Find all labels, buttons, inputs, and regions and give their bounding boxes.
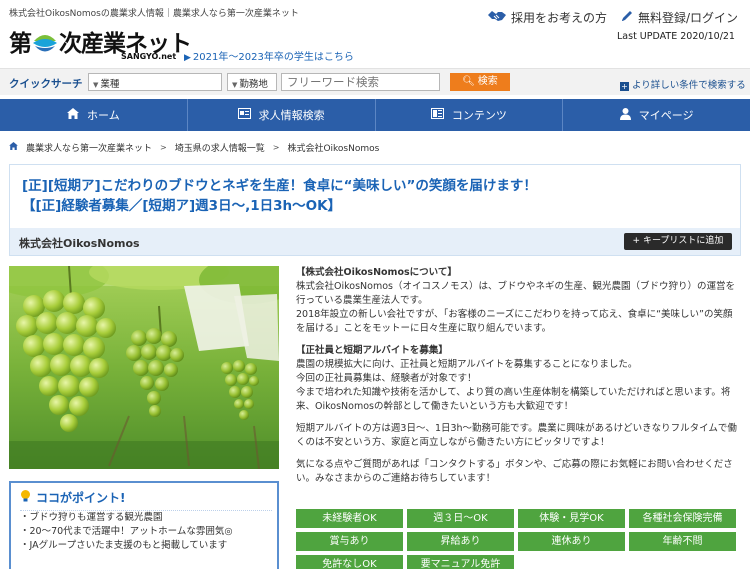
nav-home[interactable]: ホーム [0,99,188,131]
quick-search-label: クイックサーチ [9,78,83,90]
breadcrumb-separator-icon: > [160,143,167,152]
employer-link[interactable]: 採用をお考えの方 [487,9,607,26]
search-icon: 🔍︎ [462,76,475,87]
handshake-icon [487,9,507,26]
recruit-heading: 【正社員と短期アルバイトを募集】 [296,345,448,356]
job-search-icon [237,108,251,122]
job-title: [正][短期ア]こだわりのブドウとネギを生産！食卓に“美味しい”の笑顔を届けます… [22,178,537,214]
contents-icon [430,108,444,122]
recruit-paragraph: 今回の正社員募集は、経験者が対象です！ [296,373,477,384]
list-item: ・ブドウ狩りも運営する観光農園 [20,512,163,523]
breadcrumb-item-company: 株式会社OikosNomos [287,144,380,154]
feature-tag[interactable]: 要マニュアル免許 [407,555,514,569]
graduate-link[interactable]: ▶ 2021年〜2023年卒の学生はこちら [184,48,354,63]
nav-contents[interactable]: コンテンツ [376,99,564,131]
quick-search-bar: クイックサーチ ▼業種 ▼勤務地 🔍︎ 検索 +より詳しい条件で検索する [0,68,750,95]
highlight-points-list: ・ブドウ狩りも運営する観光農園 ・20〜70代まで活躍中！アットホームな雰囲気◎… [20,510,272,553]
home-icon [67,108,80,122]
triangle-right-icon: ▶ [184,53,191,63]
breadcrumb-item-saitama[interactable]: 埼玉県の求人情報一覧 [175,141,265,154]
feature-tag[interactable]: 免許なしOK [296,555,403,569]
plus-icon: + [632,236,641,246]
list-item: ・JAグループさいたま支援のもと掲載しています [20,540,228,551]
feature-tag[interactable]: 賞与あり [296,532,403,551]
about-paragraph: 株式会社OikosNomos（オイコスノモス）は、ブドウやネギの生産、観光農園（… [296,281,735,306]
parttime-paragraph: 短期アルバイトの方は週3日〜、1日3h〜勤務可能です。農業に興味があるけどいきな… [296,423,737,448]
site-header: 株式会社OikosNomosの農業求人情報｜農業求人なら第一次産業ネット 第 次… [0,0,750,68]
pencil-icon [620,9,634,26]
last-update: Last UPDATE 2020/10/21 [617,31,735,42]
feature-tag[interactable]: 未経験者OK [296,509,403,528]
home-icon [9,142,18,153]
keyword-search-input[interactable] [281,73,440,91]
add-to-keep-list-button[interactable]: + キープリストに追加 [624,233,732,250]
breadcrumb: 農業求人なら第一次産業ネット > 埼玉県の求人情報一覧 > 株式会社OikosN… [9,141,379,154]
chevron-down-icon: ▼ [93,81,99,89]
breadcrumb-separator-icon: > [272,143,280,152]
highlight-points-box: ココがポイント! ・ブドウ狩りも運営する観光農園 ・20〜70代まで活躍中！アッ… [9,481,279,569]
nav-mypage[interactable]: マイページ [563,99,750,131]
user-icon [619,107,631,123]
industry-select[interactable]: ▼ 業種 [88,73,222,91]
job-description: 【株式会社OikosNomosについて】 株式会社OikosNomos（オイコス… [296,266,740,486]
job-title-box: [正][短期ア]こだわりのブドウとネギを生産！食卓に“美味しい”の笑顔を届けます… [9,164,741,256]
highlight-points-title: ココがポイント! [19,489,125,506]
site-logo[interactable]: 第 次産業ネット SANGYO.net [9,20,192,66]
lightbulb-icon [19,489,32,506]
feature-tags: 未経験者OK 週３日〜OK 体験・見学OK 各種社会保険完備 賞与あり 昇給あり… [296,509,740,569]
contact-paragraph: 気になる点やご質問があれば「コンタクトする」ボタンや、ご応募の際にお気軽にお問い… [296,459,733,484]
logo-mark-icon [32,31,58,55]
feature-tag[interactable]: 連休あり [518,532,625,551]
login-link[interactable]: 無料登録/ログイン [620,9,738,26]
feature-tag[interactable]: 年齢不問 [629,532,736,551]
list-item: ・20〜70代まで活躍中！アットホームな雰囲気◎ [20,526,233,537]
location-select[interactable]: ▼ 勤務地 [227,73,277,91]
company-name: 株式会社OikosNomos [19,237,140,250]
company-bar: 株式会社OikosNomos + キープリストに追加 [10,228,740,255]
logo-subtext: SANGYO.net [121,52,177,61]
nav-job-search[interactable]: 求人情報検索 [188,99,376,131]
about-paragraph: 2018年設立の新しい会社ですが、「お客様のニーズにこだわりを持って応え、食卓に… [296,309,733,334]
vineyard-photo [9,266,279,469]
recruit-paragraph: 今まで培われた知識や技術を活かして、より質の高い生産体制を構築していただければと… [296,387,731,412]
about-heading: 【株式会社OikosNomosについて】 [296,267,457,278]
feature-tag[interactable]: 昇給あり [407,532,514,551]
chevron-down-icon: ▼ [232,81,238,89]
feature-tag[interactable]: 各種社会保険完備 [629,509,736,528]
plus-icon: + [620,82,629,91]
advanced-search-link[interactable]: + より詳しい条件で検索する [620,77,746,91]
feature-tag[interactable]: 週３日〜OK [407,509,514,528]
site-tagline: 株式会社OikosNomosの農業求人情報｜農業求人なら第一次産業ネット [9,9,299,19]
feature-tag[interactable]: 体験・見学OK [518,509,625,528]
main-nav: ホーム 求人情報検索 コンテンツ マイページ [0,99,750,131]
recruit-paragraph: 農園の規模拡大に向け、正社員と短期アルバイトを募集することになりました。 [296,359,638,370]
search-button[interactable]: 🔍︎ 検索 [450,73,510,91]
breadcrumb-item-top[interactable]: 農業求人なら第一次産業ネット [26,141,152,154]
